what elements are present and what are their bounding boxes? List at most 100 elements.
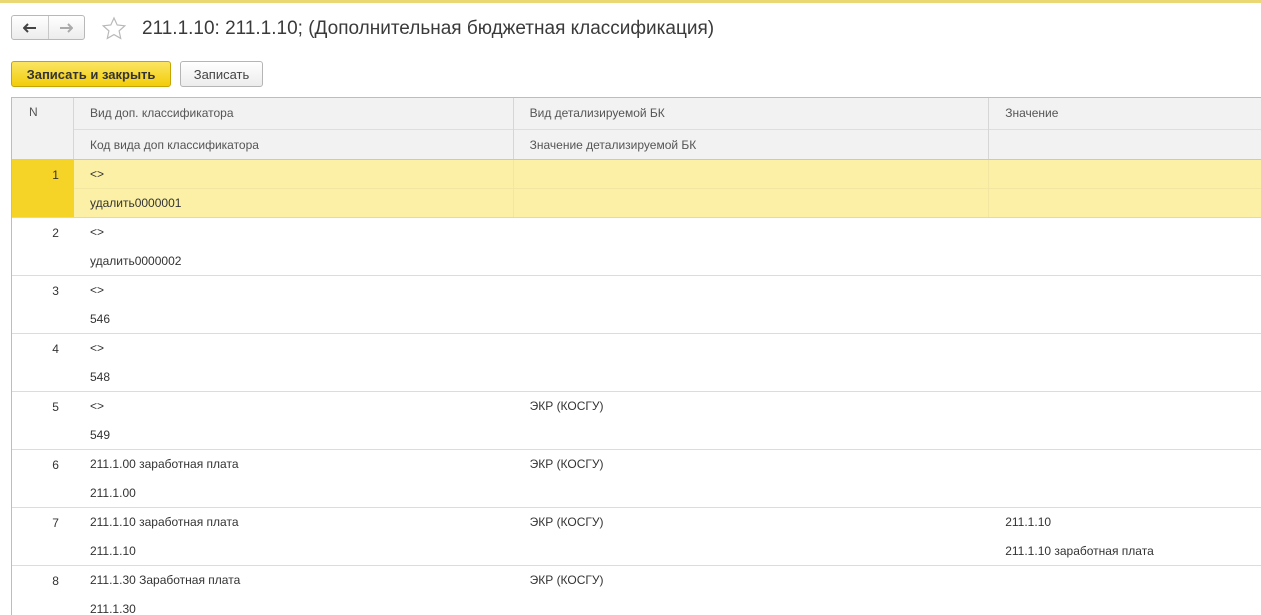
row-column	[989, 392, 1261, 449]
cell-detailed-bk-value	[514, 421, 990, 450]
row-column: <> удалить0000001	[73, 160, 514, 217]
row-column: ЭКР (КОСГУ)	[514, 392, 990, 449]
cell-value: 211.1.10	[1005, 515, 1052, 529]
cell-detailed-bk-type: ЭКР (КОСГУ)	[529, 457, 604, 471]
star-icon[interactable]	[101, 16, 127, 42]
table-row[interactable]: 7 211.1.10 заработная плата 211.1.10 ЭКР (К…	[12, 508, 1261, 566]
row-column	[989, 450, 1261, 507]
table-row[interactable]: 2 <> удалить0000002	[12, 218, 1261, 276]
row-column: 211.1.30 Заработная плата 211.1.30	[74, 566, 514, 615]
row-column	[989, 218, 1261, 275]
cell-detailed-bk-value	[514, 247, 990, 276]
column-header-classifier-type[interactable]: Вид доп. классификатора	[74, 98, 513, 129]
cell-value-secondary: 211.1.10 заработная плата	[1005, 543, 1154, 558]
cell-value-secondary	[989, 305, 1261, 334]
cell-classifier-type: 211.1.30 Заработная плата	[89, 573, 241, 587]
cell-detailed-bk-type: ЭКР (КОСГУ)	[529, 573, 604, 587]
cell-classifier-type: <>	[89, 341, 104, 355]
cell-value	[989, 392, 1261, 421]
cell-classifier-type: 211.1.00 заработная плата	[89, 457, 239, 471]
cell-detailed-bk-value	[514, 537, 990, 566]
column-header-n[interactable]: N	[12, 98, 74, 159]
cell-detailed-bk-value	[513, 188, 989, 217]
row-column: ЭКР (КОСГУ)	[514, 450, 990, 507]
cell-classifier-type: <>	[89, 225, 104, 239]
cell-classifier-type: <>	[89, 399, 104, 413]
cell-detailed-bk-value	[514, 595, 990, 615]
table-row[interactable]: 6 211.1.00 заработная плата 211.1.00 ЭКР (К…	[12, 450, 1261, 508]
row-column	[514, 276, 990, 333]
cell-detailed-bk-type	[514, 160, 989, 188]
arrow-right-icon	[59, 22, 74, 33]
row-column	[514, 218, 990, 275]
forward-button[interactable]	[47, 16, 85, 39]
row-column: ЭКР (КОСГУ)	[514, 566, 990, 615]
row-column	[989, 334, 1261, 391]
cell-value-secondary	[989, 247, 1261, 276]
cell-value-secondary	[989, 595, 1261, 615]
cell-value	[989, 218, 1261, 247]
row-column	[513, 160, 990, 217]
row-column	[989, 160, 1261, 217]
cell-value	[989, 450, 1261, 479]
arrow-left-icon	[22, 22, 37, 33]
back-button[interactable]	[12, 16, 48, 39]
column-header-detailed-bk-value[interactable]: Значение детализируемой БК	[513, 129, 989, 159]
row-number: 1	[12, 160, 74, 217]
row-column	[514, 334, 990, 391]
cell-classifier-code: 548	[89, 369, 110, 384]
cell-value-secondary	[989, 479, 1261, 508]
row-number: 8	[52, 574, 59, 588]
cell-detailed-bk-value	[514, 479, 990, 508]
cell-detailed-bk-type	[514, 276, 990, 305]
cell-classifier-code: 211.1.10	[89, 543, 136, 558]
row-column: <> 548	[74, 334, 514, 391]
row-column: 211.1.10 211.1.10 заработная плата	[989, 508, 1261, 565]
column-header-classifier-code[interactable]: Код вида доп классификатора	[73, 129, 513, 159]
table-header: N Вид доп. классификатора Код вида доп к…	[12, 98, 1261, 160]
cell-classifier-code: 211.1.00	[89, 485, 136, 500]
cell-classifier-code: удалить0000001	[73, 188, 513, 217]
cell-value	[989, 334, 1261, 363]
row-column: <> 546	[74, 276, 514, 333]
navigation-buttons	[11, 15, 85, 40]
table-row[interactable]: 1 <> удалить0000001	[12, 160, 1261, 218]
cell-value	[989, 160, 1261, 188]
row-number: 2	[52, 226, 59, 240]
row-number: 4	[52, 342, 59, 356]
table-row[interactable]: 3 <> 546	[12, 276, 1261, 334]
row-column: <> 549	[74, 392, 514, 449]
column-header-value-secondary	[989, 129, 1261, 159]
row-column: ЭКР (КОСГУ)	[514, 508, 990, 565]
cell-classifier-code: 211.1.30	[89, 601, 136, 615]
cell-detailed-bk-type: ЭКР (КОСГУ)	[529, 399, 604, 413]
row-column: 211.1.10 заработная плата 211.1.10	[74, 508, 514, 565]
row-number: 5	[52, 400, 59, 414]
cell-detailed-bk-type: ЭКР (КОСГУ)	[529, 515, 604, 529]
cell-classifier-code: 546	[89, 311, 110, 326]
column-header-value[interactable]: Значение	[989, 98, 1261, 129]
cell-detailed-bk-type	[514, 334, 990, 363]
cell-classifier-type: 211.1.10 заработная плата	[89, 515, 239, 529]
cell-classifier-code: 549	[89, 427, 110, 442]
top-accent-line	[0, 0, 1261, 3]
cell-value-secondary	[989, 363, 1261, 392]
table-body: 1 <> удалить0000001 2 <> удалить0000002 3 <> 546…	[12, 160, 1261, 615]
cell-value	[989, 276, 1261, 305]
save-and-close-button[interactable]: Записать и закрыть	[11, 61, 171, 87]
cell-detailed-bk-value	[514, 305, 990, 334]
table-row[interactable]: 5 <> 549 ЭКР (КОСГУ)	[12, 392, 1261, 450]
row-column	[989, 276, 1261, 333]
row-column: <> удалить0000002	[74, 218, 514, 275]
row-number: 7	[52, 516, 59, 530]
row-column	[989, 566, 1261, 615]
cell-classifier-type: <>	[89, 283, 104, 297]
column-header-detailed-bk-type[interactable]: Вид детализируемой БК	[514, 98, 989, 129]
table-row[interactable]: 4 <> 548	[12, 334, 1261, 392]
row-number: 3	[52, 284, 59, 298]
cell-classifier-code: удалить0000002	[89, 253, 182, 268]
table-row[interactable]: 8 211.1.30 Заработная плата 211.1.30 ЭКР (К…	[12, 566, 1261, 615]
cell-value-secondary	[989, 421, 1261, 450]
cell-detailed-bk-value	[514, 363, 990, 392]
save-button[interactable]: Записать	[180, 61, 263, 87]
